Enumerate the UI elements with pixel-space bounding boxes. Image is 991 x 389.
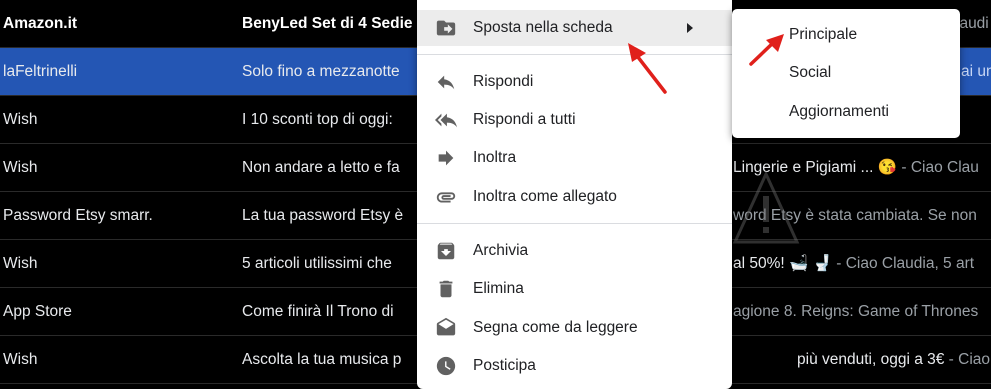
- move-to-tab-submenu: Principale Social Aggiornamenti: [732, 9, 960, 138]
- email-snippet: ai un: [961, 63, 991, 80]
- menu-item-reply[interactable]: Rispondi: [417, 64, 732, 100]
- annotation-arrow-icon: [749, 34, 784, 66]
- menu-item-archive[interactable]: Archivia: [417, 233, 732, 269]
- forward-icon: [435, 147, 457, 169]
- attachment-icon: [435, 186, 457, 208]
- email-sender: Amazon.it: [3, 15, 78, 32]
- menu-item-forward[interactable]: Inoltra: [417, 140, 732, 176]
- email-sender: Wish: [3, 255, 38, 272]
- email-subject: Ascolta la tua musica p: [242, 351, 402, 368]
- email-subject: 5 articoli utilissimi che: [242, 255, 392, 272]
- menu-item-label: Inoltra: [473, 149, 517, 166]
- email-sender: Wish: [3, 111, 38, 128]
- reply-icon: [435, 71, 457, 93]
- email-sender: App Store: [3, 303, 72, 320]
- archive-icon: [435, 240, 457, 262]
- clock-icon: [435, 355, 457, 377]
- email-subject-tail: più venduti, oggi a 3€: [797, 351, 945, 368]
- menu-item-label: Archivia: [473, 242, 529, 259]
- menu-item-label: Elimina: [473, 280, 524, 297]
- move-to-tab-icon: [435, 17, 457, 39]
- email-sender: Wish: [3, 351, 38, 368]
- menu-item-label: Sposta nella scheda: [473, 19, 613, 36]
- menu-item-reply-all[interactable]: Rispondi a tutti: [417, 102, 732, 138]
- email-snippet: - Ciao Claudia, 5 art: [831, 255, 975, 272]
- annotation-arrow-icon: [628, 43, 667, 94]
- email-sender: Wish: [3, 159, 38, 176]
- warning-icon: [732, 170, 800, 244]
- submenu-arrow-icon: [687, 23, 693, 33]
- email-subject: Non andare a letto e fa: [242, 159, 400, 176]
- email-sender: laFeltrinelli: [3, 63, 78, 80]
- menu-item-label: Rispondi a tutti: [473, 111, 576, 128]
- menu-item-snooze[interactable]: Posticipa: [417, 348, 732, 384]
- email-snippet: - Ciao Clau: [897, 159, 979, 176]
- email-subject-tail: al 50%! 🛁 🚽: [733, 255, 832, 272]
- menu-item-move-to-tab[interactable]: Sposta nella scheda: [417, 10, 732, 46]
- menu-item-label: Segna come da leggere: [473, 319, 638, 336]
- email-subject: BenyLed Set di 4 Sedie: [242, 15, 413, 32]
- trash-icon: [435, 278, 457, 300]
- email-snippet: - Ciao Clau: [948, 351, 991, 368]
- email-snippet: laudi: [956, 15, 989, 32]
- menu-divider: [417, 54, 732, 55]
- menu-item-label: Inoltra come allegato: [473, 188, 617, 205]
- menu-divider: [417, 223, 732, 224]
- context-menu: Sposta nella scheda Rispondi Rispondi a …: [417, 0, 732, 389]
- email-subject: Solo fino a mezzanotte: [242, 63, 400, 80]
- menu-item-label: Rispondi: [473, 73, 534, 90]
- email-snippet: agione 8. Reigns: Game of Thrones: [733, 303, 979, 320]
- reply-all-icon: [435, 109, 457, 131]
- email-subject: Come finirà Il Trono di: [242, 303, 394, 320]
- mark-unread-icon: [435, 317, 457, 339]
- submenu-item-updates[interactable]: Aggiornamenti: [789, 100, 889, 124]
- menu-item-label: Posticipa: [473, 357, 536, 374]
- email-sender: Password Etsy smarr.: [3, 207, 153, 224]
- submenu-item-social[interactable]: Social: [789, 61, 831, 85]
- email-subject: I 10 sconti top di oggi:: [242, 111, 393, 128]
- menu-item-delete[interactable]: Elimina: [417, 271, 732, 307]
- menu-item-forward-as-attachment[interactable]: Inoltra come allegato: [417, 179, 732, 215]
- menu-item-mark-unread[interactable]: Segna come da leggere: [417, 310, 732, 346]
- email-subject: La tua password Etsy è: [242, 207, 404, 224]
- submenu-item-primary[interactable]: Principale: [789, 23, 857, 47]
